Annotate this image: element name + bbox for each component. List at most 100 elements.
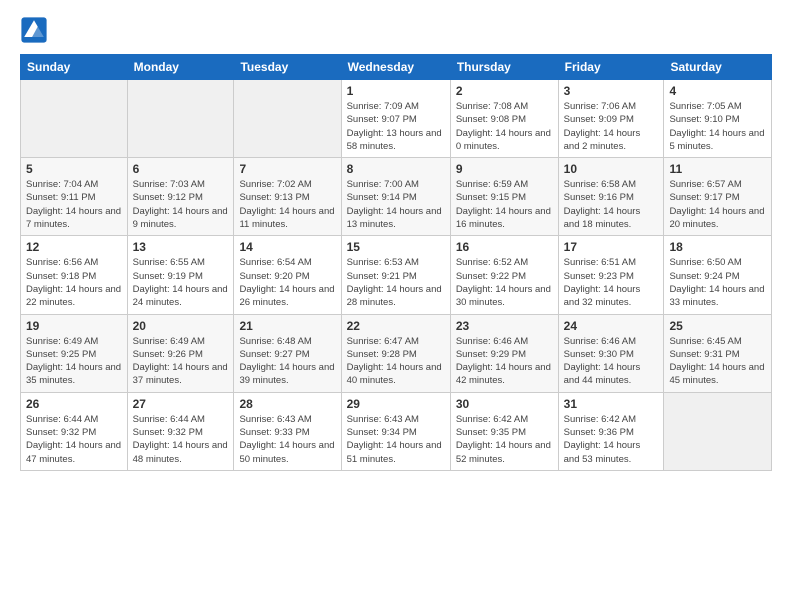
cell-day-number: 13 [133, 240, 229, 254]
cell-info: Sunrise: 6:49 AMSunset: 9:26 PMDaylight:… [133, 335, 229, 388]
cell-info: Sunrise: 6:51 AMSunset: 9:23 PMDaylight:… [564, 256, 659, 309]
logo-icon [20, 16, 48, 44]
calendar-week-row: 19Sunrise: 6:49 AMSunset: 9:25 PMDayligh… [21, 314, 772, 392]
calendar-cell: 4 Sunrise: 7:05 AMSunset: 9:10 PMDaylight… [664, 80, 772, 158]
weekday-header-wednesday: Wednesday [341, 55, 450, 80]
calendar-cell: 25 Sunrise: 6:45 AMSunset: 9:31 PMDayligh… [664, 314, 772, 392]
cell-day-number: 30 [456, 397, 553, 411]
cell-day-number: 16 [456, 240, 553, 254]
cell-day-number: 11 [669, 162, 766, 176]
calendar-cell [664, 392, 772, 470]
cell-day-number: 26 [26, 397, 122, 411]
calendar-cell: 23 Sunrise: 6:46 AMSunset: 9:29 PMDayligh… [450, 314, 558, 392]
cell-day-number: 10 [564, 162, 659, 176]
logo [20, 16, 52, 44]
calendar-cell: 26 Sunrise: 6:44 AMSunset: 9:32 PMDayligh… [21, 392, 128, 470]
cell-day-number: 17 [564, 240, 659, 254]
weekday-header-monday: Monday [127, 55, 234, 80]
cell-info: Sunrise: 6:55 AMSunset: 9:19 PMDaylight:… [133, 256, 229, 309]
header [20, 16, 772, 44]
cell-day-number: 27 [133, 397, 229, 411]
calendar-cell: 12 Sunrise: 6:56 AMSunset: 9:18 PMDayligh… [21, 236, 128, 314]
calendar-week-row: 5Sunrise: 7:04 AMSunset: 9:11 PMDaylight… [21, 158, 772, 236]
cell-info: Sunrise: 6:42 AMSunset: 9:36 PMDaylight:… [564, 413, 659, 466]
calendar-cell: 1Sunrise: 7:09 AMSunset: 9:07 PMDaylight… [341, 80, 450, 158]
weekday-header-thursday: Thursday [450, 55, 558, 80]
cell-day-number: 19 [26, 319, 122, 333]
calendar-cell: 6 Sunrise: 7:03 AMSunset: 9:12 PMDaylight… [127, 158, 234, 236]
calendar-cell: 5Sunrise: 7:04 AMSunset: 9:11 PMDaylight… [21, 158, 128, 236]
cell-day-number: 7 [239, 162, 335, 176]
cell-info: Sunrise: 6:42 AMSunset: 9:35 PMDaylight:… [456, 413, 553, 466]
calendar-cell: 15Sunrise: 6:53 AMSunset: 9:21 PMDayligh… [341, 236, 450, 314]
cell-day-number: 9 [456, 162, 553, 176]
cell-day-number: 24 [564, 319, 659, 333]
cell-day-number: 28 [239, 397, 335, 411]
cell-info: Sunrise: 6:44 AMSunset: 9:32 PMDaylight:… [26, 413, 122, 466]
cell-info: Sunrise: 6:46 AMSunset: 9:29 PMDaylight:… [456, 335, 553, 388]
weekday-header-row: SundayMondayTuesdayWednesdayThursdayFrid… [21, 55, 772, 80]
cell-info: Sunrise: 7:08 AMSunset: 9:08 PMDaylight:… [456, 100, 553, 153]
calendar-cell: 17 Sunrise: 6:51 AMSunset: 9:23 PMDayligh… [558, 236, 664, 314]
cell-day-number: 12 [26, 240, 122, 254]
calendar-cell: 27 Sunrise: 6:44 AMSunset: 9:32 PMDayligh… [127, 392, 234, 470]
calendar-cell: 21Sunrise: 6:48 AMSunset: 9:27 PMDayligh… [234, 314, 341, 392]
cell-info: Sunrise: 6:43 AMSunset: 9:33 PMDaylight:… [239, 413, 335, 466]
cell-day-number: 14 [239, 240, 335, 254]
cell-info: Sunrise: 7:06 AMSunset: 9:09 PMDaylight:… [564, 100, 659, 153]
cell-day-number: 18 [669, 240, 766, 254]
cell-info: Sunrise: 6:52 AMSunset: 9:22 PMDaylight:… [456, 256, 553, 309]
cell-info: Sunrise: 6:47 AMSunset: 9:28 PMDaylight:… [347, 335, 445, 388]
calendar-cell: 16 Sunrise: 6:52 AMSunset: 9:22 PMDayligh… [450, 236, 558, 314]
calendar-cell: 18 Sunrise: 6:50 AMSunset: 9:24 PMDayligh… [664, 236, 772, 314]
cell-info: Sunrise: 6:59 AMSunset: 9:15 PMDaylight:… [456, 178, 553, 231]
cell-info: Sunrise: 6:53 AMSunset: 9:21 PMDaylight:… [347, 256, 445, 309]
cell-info: Sunrise: 7:04 AMSunset: 9:11 PMDaylight:… [26, 178, 122, 231]
calendar-cell: 22 Sunrise: 6:47 AMSunset: 9:28 PMDayligh… [341, 314, 450, 392]
calendar-cell: 29Sunrise: 6:43 AMSunset: 9:34 PMDayligh… [341, 392, 450, 470]
calendar-week-row: 1Sunrise: 7:09 AMSunset: 9:07 PMDaylight… [21, 80, 772, 158]
calendar-cell: 9 Sunrise: 6:59 AMSunset: 9:15 PMDaylight… [450, 158, 558, 236]
cell-info: Sunrise: 6:50 AMSunset: 9:24 PMDaylight:… [669, 256, 766, 309]
page: SundayMondayTuesdayWednesdayThursdayFrid… [0, 0, 792, 487]
calendar-cell [127, 80, 234, 158]
calendar: SundayMondayTuesdayWednesdayThursdayFrid… [20, 54, 772, 471]
cell-day-number: 8 [347, 162, 445, 176]
calendar-cell: 30 Sunrise: 6:42 AMSunset: 9:35 PMDayligh… [450, 392, 558, 470]
cell-info: Sunrise: 7:05 AMSunset: 9:10 PMDaylight:… [669, 100, 766, 153]
cell-info: Sunrise: 7:02 AMSunset: 9:13 PMDaylight:… [239, 178, 335, 231]
calendar-cell: 28 Sunrise: 6:43 AMSunset: 9:33 PMDayligh… [234, 392, 341, 470]
cell-info: Sunrise: 6:54 AMSunset: 9:20 PMDaylight:… [239, 256, 335, 309]
calendar-cell [234, 80, 341, 158]
weekday-header-tuesday: Tuesday [234, 55, 341, 80]
cell-info: Sunrise: 7:09 AMSunset: 9:07 PMDaylight:… [347, 100, 445, 153]
weekday-header-sunday: Sunday [21, 55, 128, 80]
cell-info: Sunrise: 7:03 AMSunset: 9:12 PMDaylight:… [133, 178, 229, 231]
cell-info: Sunrise: 6:45 AMSunset: 9:31 PMDaylight:… [669, 335, 766, 388]
cell-day-number: 23 [456, 319, 553, 333]
cell-info: Sunrise: 6:48 AMSunset: 9:27 PMDaylight:… [239, 335, 335, 388]
cell-day-number: 3 [564, 84, 659, 98]
calendar-week-row: 26 Sunrise: 6:44 AMSunset: 9:32 PMDayligh… [21, 392, 772, 470]
cell-day-number: 4 [669, 84, 766, 98]
cell-day-number: 22 [347, 319, 445, 333]
cell-day-number: 6 [133, 162, 229, 176]
cell-day-number: 29 [347, 397, 445, 411]
calendar-cell: 13 Sunrise: 6:55 AMSunset: 9:19 PMDayligh… [127, 236, 234, 314]
calendar-week-row: 12 Sunrise: 6:56 AMSunset: 9:18 PMDayligh… [21, 236, 772, 314]
cell-info: Sunrise: 6:57 AMSunset: 9:17 PMDaylight:… [669, 178, 766, 231]
calendar-cell: 24 Sunrise: 6:46 AMSunset: 9:30 PMDayligh… [558, 314, 664, 392]
cell-day-number: 20 [133, 319, 229, 333]
calendar-cell: 20 Sunrise: 6:49 AMSunset: 9:26 PMDayligh… [127, 314, 234, 392]
cell-day-number: 25 [669, 319, 766, 333]
calendar-cell: 7 Sunrise: 7:02 AMSunset: 9:13 PMDaylight… [234, 158, 341, 236]
weekday-header-friday: Friday [558, 55, 664, 80]
calendar-cell: 2 Sunrise: 7:08 AMSunset: 9:08 PMDaylight… [450, 80, 558, 158]
cell-info: Sunrise: 6:56 AMSunset: 9:18 PMDaylight:… [26, 256, 122, 309]
cell-info: Sunrise: 6:46 AMSunset: 9:30 PMDaylight:… [564, 335, 659, 388]
cell-info: Sunrise: 6:44 AMSunset: 9:32 PMDaylight:… [133, 413, 229, 466]
calendar-cell [21, 80, 128, 158]
cell-info: Sunrise: 6:58 AMSunset: 9:16 PMDaylight:… [564, 178, 659, 231]
cell-day-number: 2 [456, 84, 553, 98]
calendar-cell: 11 Sunrise: 6:57 AMSunset: 9:17 PMDayligh… [664, 158, 772, 236]
